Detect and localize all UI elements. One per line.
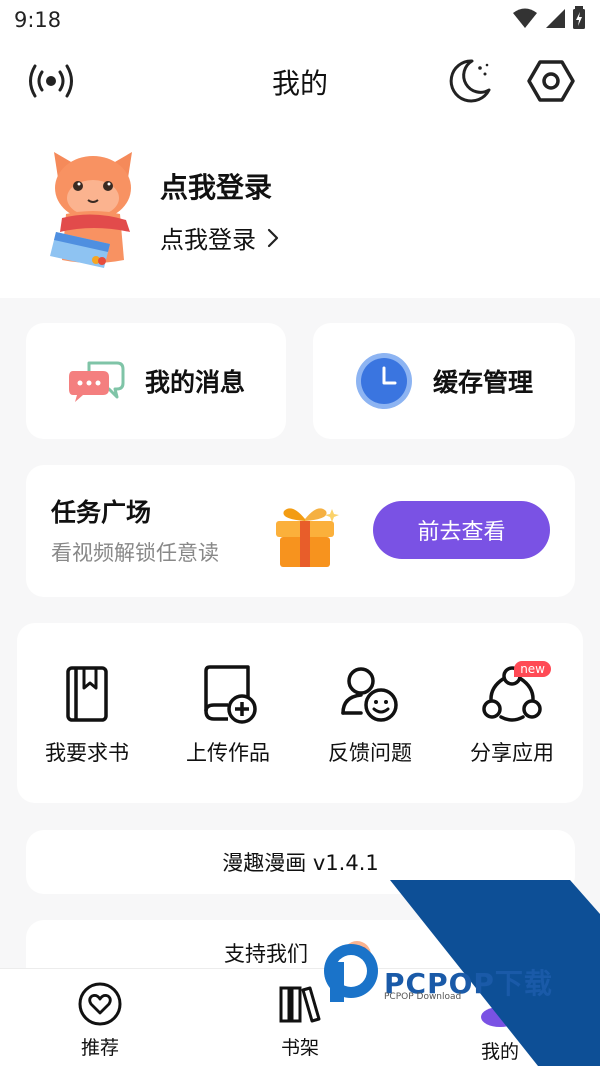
new-badge: new [514, 661, 551, 677]
my-messages-label: 我的消息 [144, 368, 245, 397]
chat-bubbles-icon [68, 361, 125, 402]
cache-management-card[interactable]: 缓存管理 [313, 323, 575, 439]
feedback-icon [341, 667, 398, 722]
cache-management-label: 缓存管理 [432, 368, 533, 397]
upload-icon [204, 665, 257, 724]
login-link[interactable]: 点我登录 [160, 220, 280, 255]
share-app-label: 分享应用 [470, 741, 554, 765]
watermark-logo [324, 944, 378, 1002]
task-subtitle: 看视频解锁任意读 [51, 541, 219, 565]
feedback-label: 反馈问题 [328, 741, 412, 765]
profile-section[interactable]: 点我登录 点我登录 [0, 148, 600, 278]
request-book-button[interactable]: 我要求书 [27, 661, 147, 767]
task-plaza-card: 任务广场 看视频解锁任意读 前去查看 [26, 465, 575, 597]
version-text: 漫趣漫画 v1.4.1 [222, 851, 379, 875]
header: 我的 [0, 50, 600, 110]
heart-icon [78, 982, 122, 1026]
tab-recommend-label: 推荐 [80, 1037, 119, 1059]
status-time: 9:18 [14, 8, 62, 32]
tools-card: 我要求书 上传作品 反馈问题 new 分享应用 [17, 623, 583, 803]
login-title[interactable]: 点我登录 [160, 166, 272, 206]
wifi-icon [513, 8, 537, 28]
feedback-button[interactable]: 反馈问题 [310, 661, 430, 767]
upload-work-button[interactable]: 上传作品 [168, 661, 288, 767]
upload-work-label: 上传作品 [186, 741, 270, 765]
night-mode-button[interactable] [442, 54, 496, 108]
go-view-button[interactable]: 前去查看 [373, 501, 550, 559]
share-app-button[interactable]: new 分享应用 [452, 661, 572, 767]
moon-icon [449, 59, 491, 103]
book-request-icon [66, 666, 108, 722]
my-messages-card[interactable]: 我的消息 [26, 323, 286, 439]
status-icons [512, 6, 586, 30]
page-title: 我的 [271, 67, 328, 100]
chevron-right-icon [267, 228, 279, 247]
login-subtitle: 点我登录 [160, 226, 256, 254]
battery-icon [573, 6, 585, 29]
signal-icon [546, 9, 565, 28]
version-card: 漫趣漫画 v1.4.1 [26, 830, 575, 894]
tab-bookshelf-label: 书架 [280, 1037, 319, 1059]
settings-button[interactable] [524, 54, 578, 108]
bookshelf-icon [279, 986, 321, 1023]
settings-icon [527, 60, 575, 102]
gift-icon [276, 508, 339, 567]
watermark-subtitle: PCPOP Download [384, 992, 462, 1002]
status-bar: 9:18 [0, 0, 600, 40]
tab-mine-label: 我的 [480, 1041, 519, 1063]
task-title: 任务广场 [51, 498, 152, 527]
avatar[interactable] [48, 148, 138, 270]
clock-icon [355, 353, 412, 409]
tab-recommend[interactable]: 推荐 [40, 981, 160, 1060]
support-us-label: 支持我们 [224, 942, 308, 966]
request-book-label: 我要求书 [45, 741, 129, 765]
